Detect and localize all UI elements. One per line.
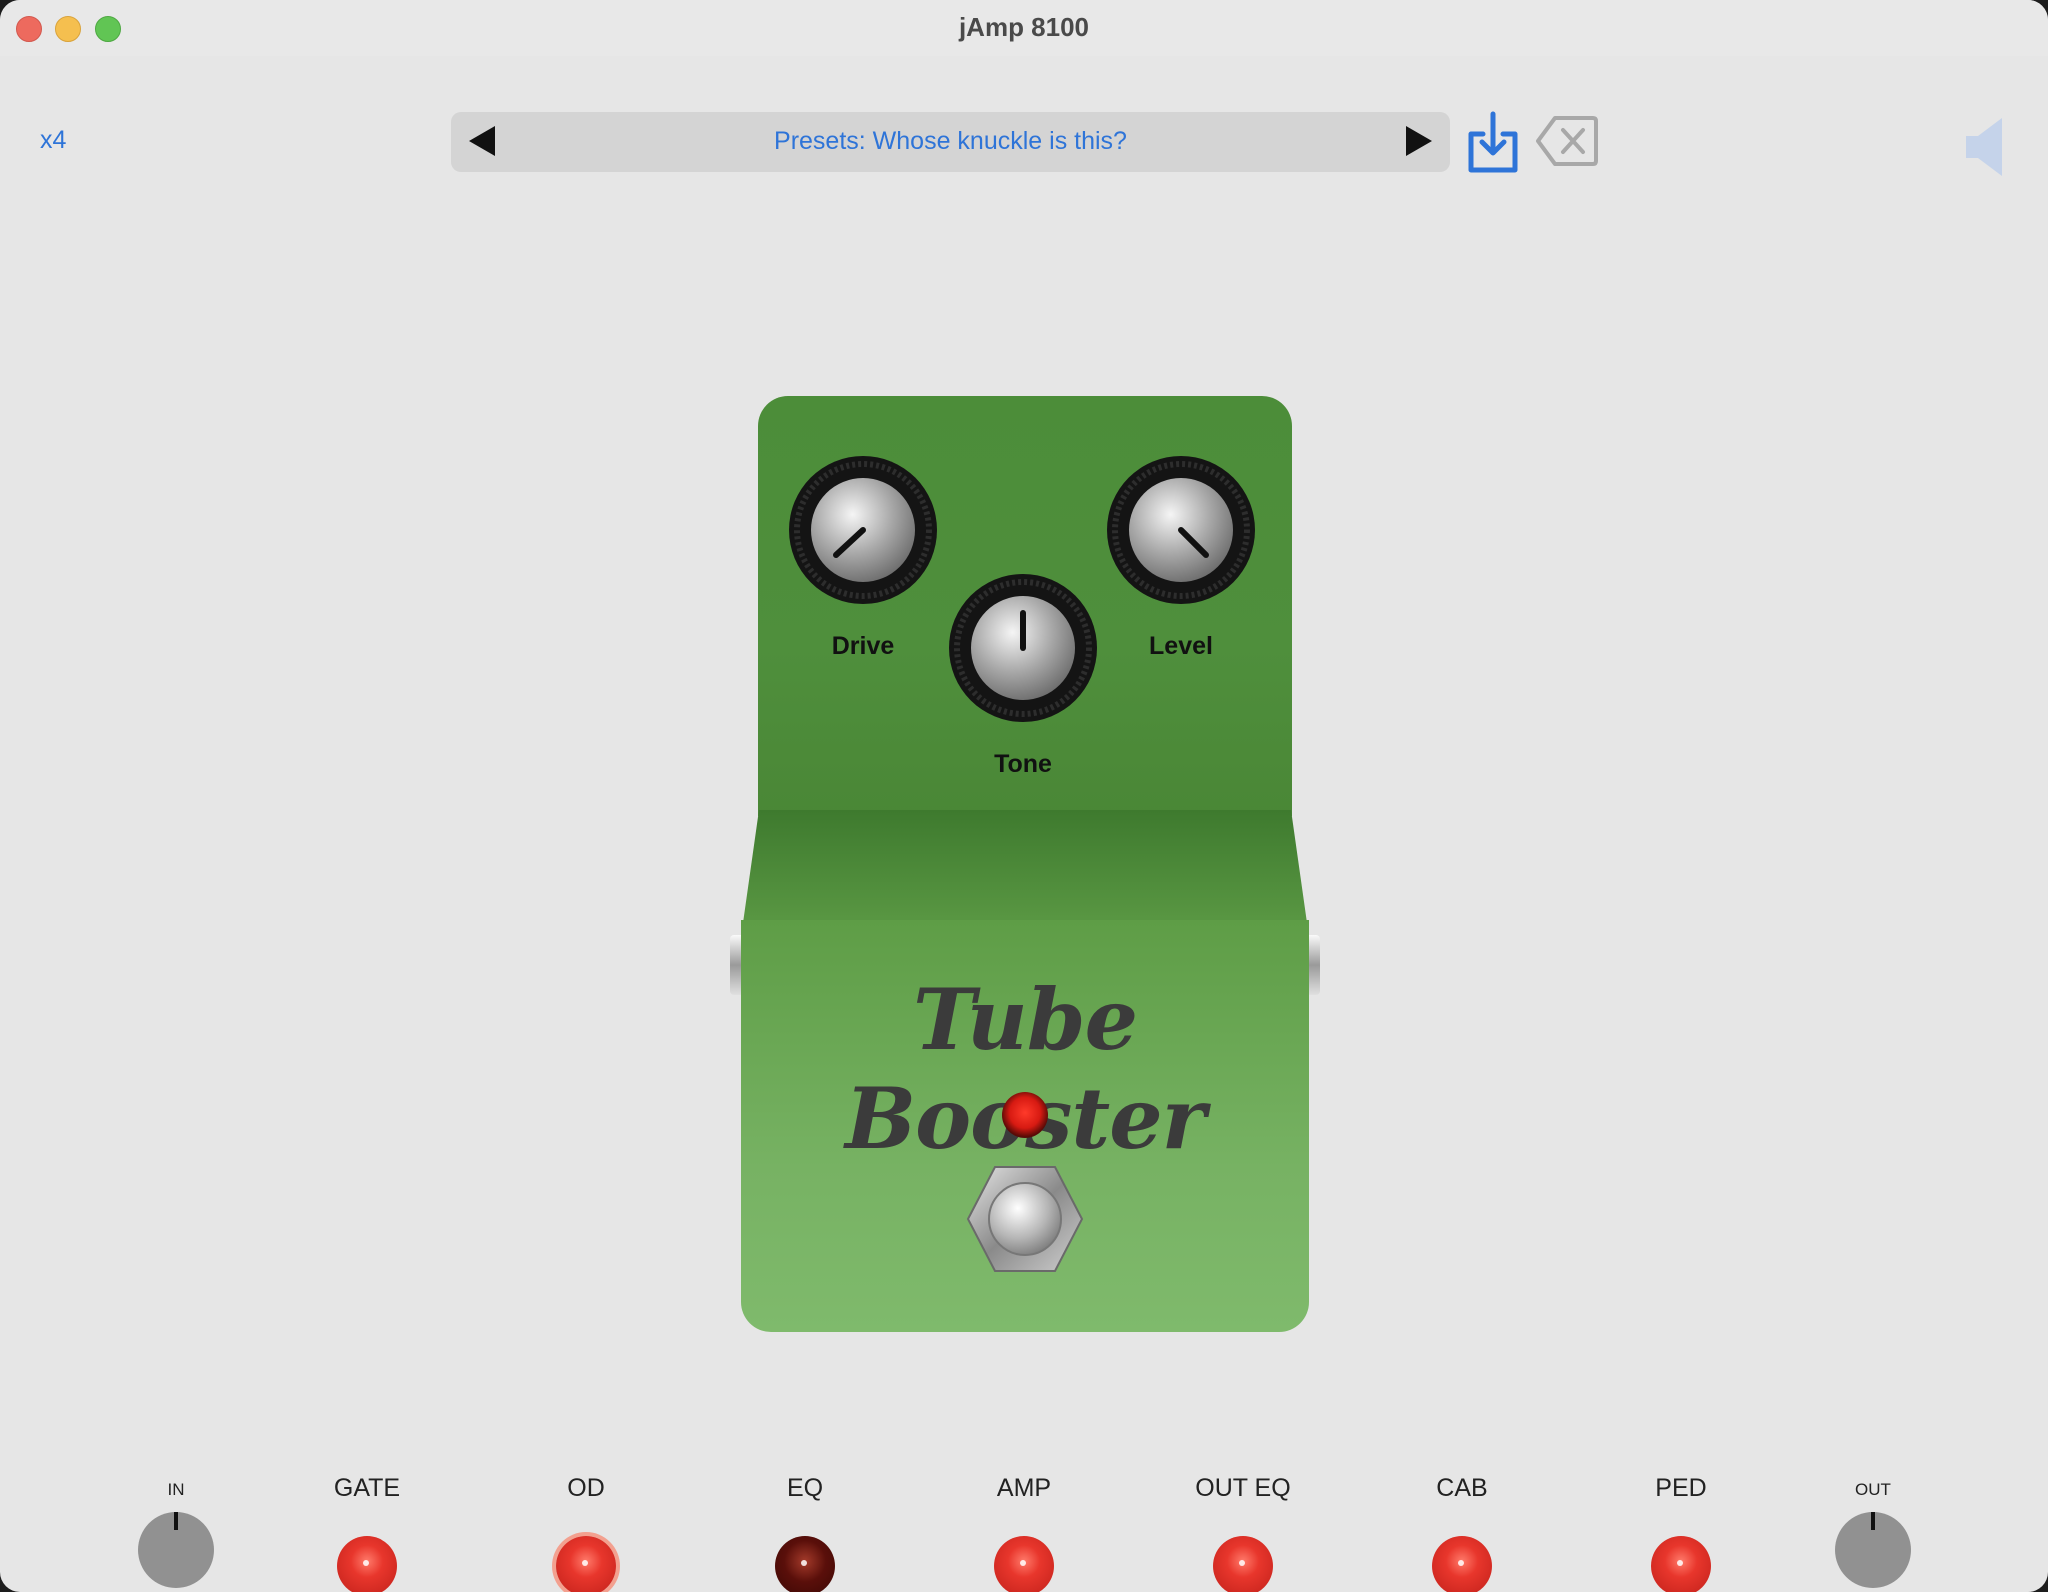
window-title: jAmp 8100	[958, 12, 1090, 42]
speaker-icon[interactable]	[1962, 114, 2008, 180]
out-eq-toggle-led[interactable]	[1213, 1536, 1273, 1592]
next-preset-icon[interactable]	[1406, 126, 1432, 156]
tube-booster-pedal: Drive Tone Level Tube B	[730, 390, 1320, 1350]
level-label: Level	[1149, 632, 1213, 660]
od-toggle-led[interactable]	[556, 1536, 616, 1592]
pedal-brand-name: Tube Booster	[845, 970, 1206, 1168]
chain-stage-label-gate: GATE	[333, 1474, 401, 1502]
pedal-status-led	[1002, 1092, 1048, 1138]
gate-toggle-led[interactable]	[337, 1536, 397, 1592]
delete-preset-icon[interactable]	[1535, 114, 1599, 168]
chain-stage-label-out-eq: OUT EQ	[1195, 1474, 1291, 1502]
pedal-bevel	[742, 810, 1308, 930]
chain-stage-label-od: OD	[567, 1474, 605, 1502]
input-label: IN	[167, 1480, 185, 1499]
input-gain-knob[interactable]	[138, 1512, 214, 1588]
amp-toggle-led[interactable]	[994, 1536, 1054, 1592]
ped-toggle-led[interactable]	[1651, 1536, 1711, 1592]
chain-stage-label-cab: CAB	[1436, 1474, 1488, 1502]
chain-stage-label-ped: PED	[1655, 1474, 1707, 1502]
tone-label: Tone	[994, 750, 1052, 778]
multiplier-button[interactable]: x4	[40, 126, 66, 155]
chain-stage-label-amp: AMP	[996, 1474, 1052, 1502]
footswitch-button[interactable]	[965, 1164, 1085, 1274]
output-label: OUT	[1855, 1480, 1891, 1499]
cab-toggle-led[interactable]	[1432, 1536, 1492, 1592]
drive-knob[interactable]	[788, 455, 938, 605]
signal-chain: IN GATE OD EQ AMP OUT EQ CAB PED OUT	[0, 1460, 2048, 1592]
output-gain-knob[interactable]	[1835, 1512, 1911, 1588]
chain-stage-label-eq: EQ	[786, 1474, 824, 1502]
preset-name[interactable]: Presets: Whose knuckle is this?	[451, 127, 1450, 156]
title-bar: jAmp 8100	[0, 0, 2048, 56]
drive-label: Drive	[831, 632, 895, 660]
app-window: jAmp 8100 x4 Presets: Whose knuckle is t…	[0, 0, 2048, 1592]
preset-selector: Presets: Whose knuckle is this?	[451, 112, 1450, 172]
save-preset-icon[interactable]	[1465, 110, 1521, 176]
eq-toggle-led[interactable]	[775, 1536, 835, 1592]
tone-knob[interactable]	[948, 573, 1098, 723]
level-knob[interactable]	[1106, 455, 1256, 605]
